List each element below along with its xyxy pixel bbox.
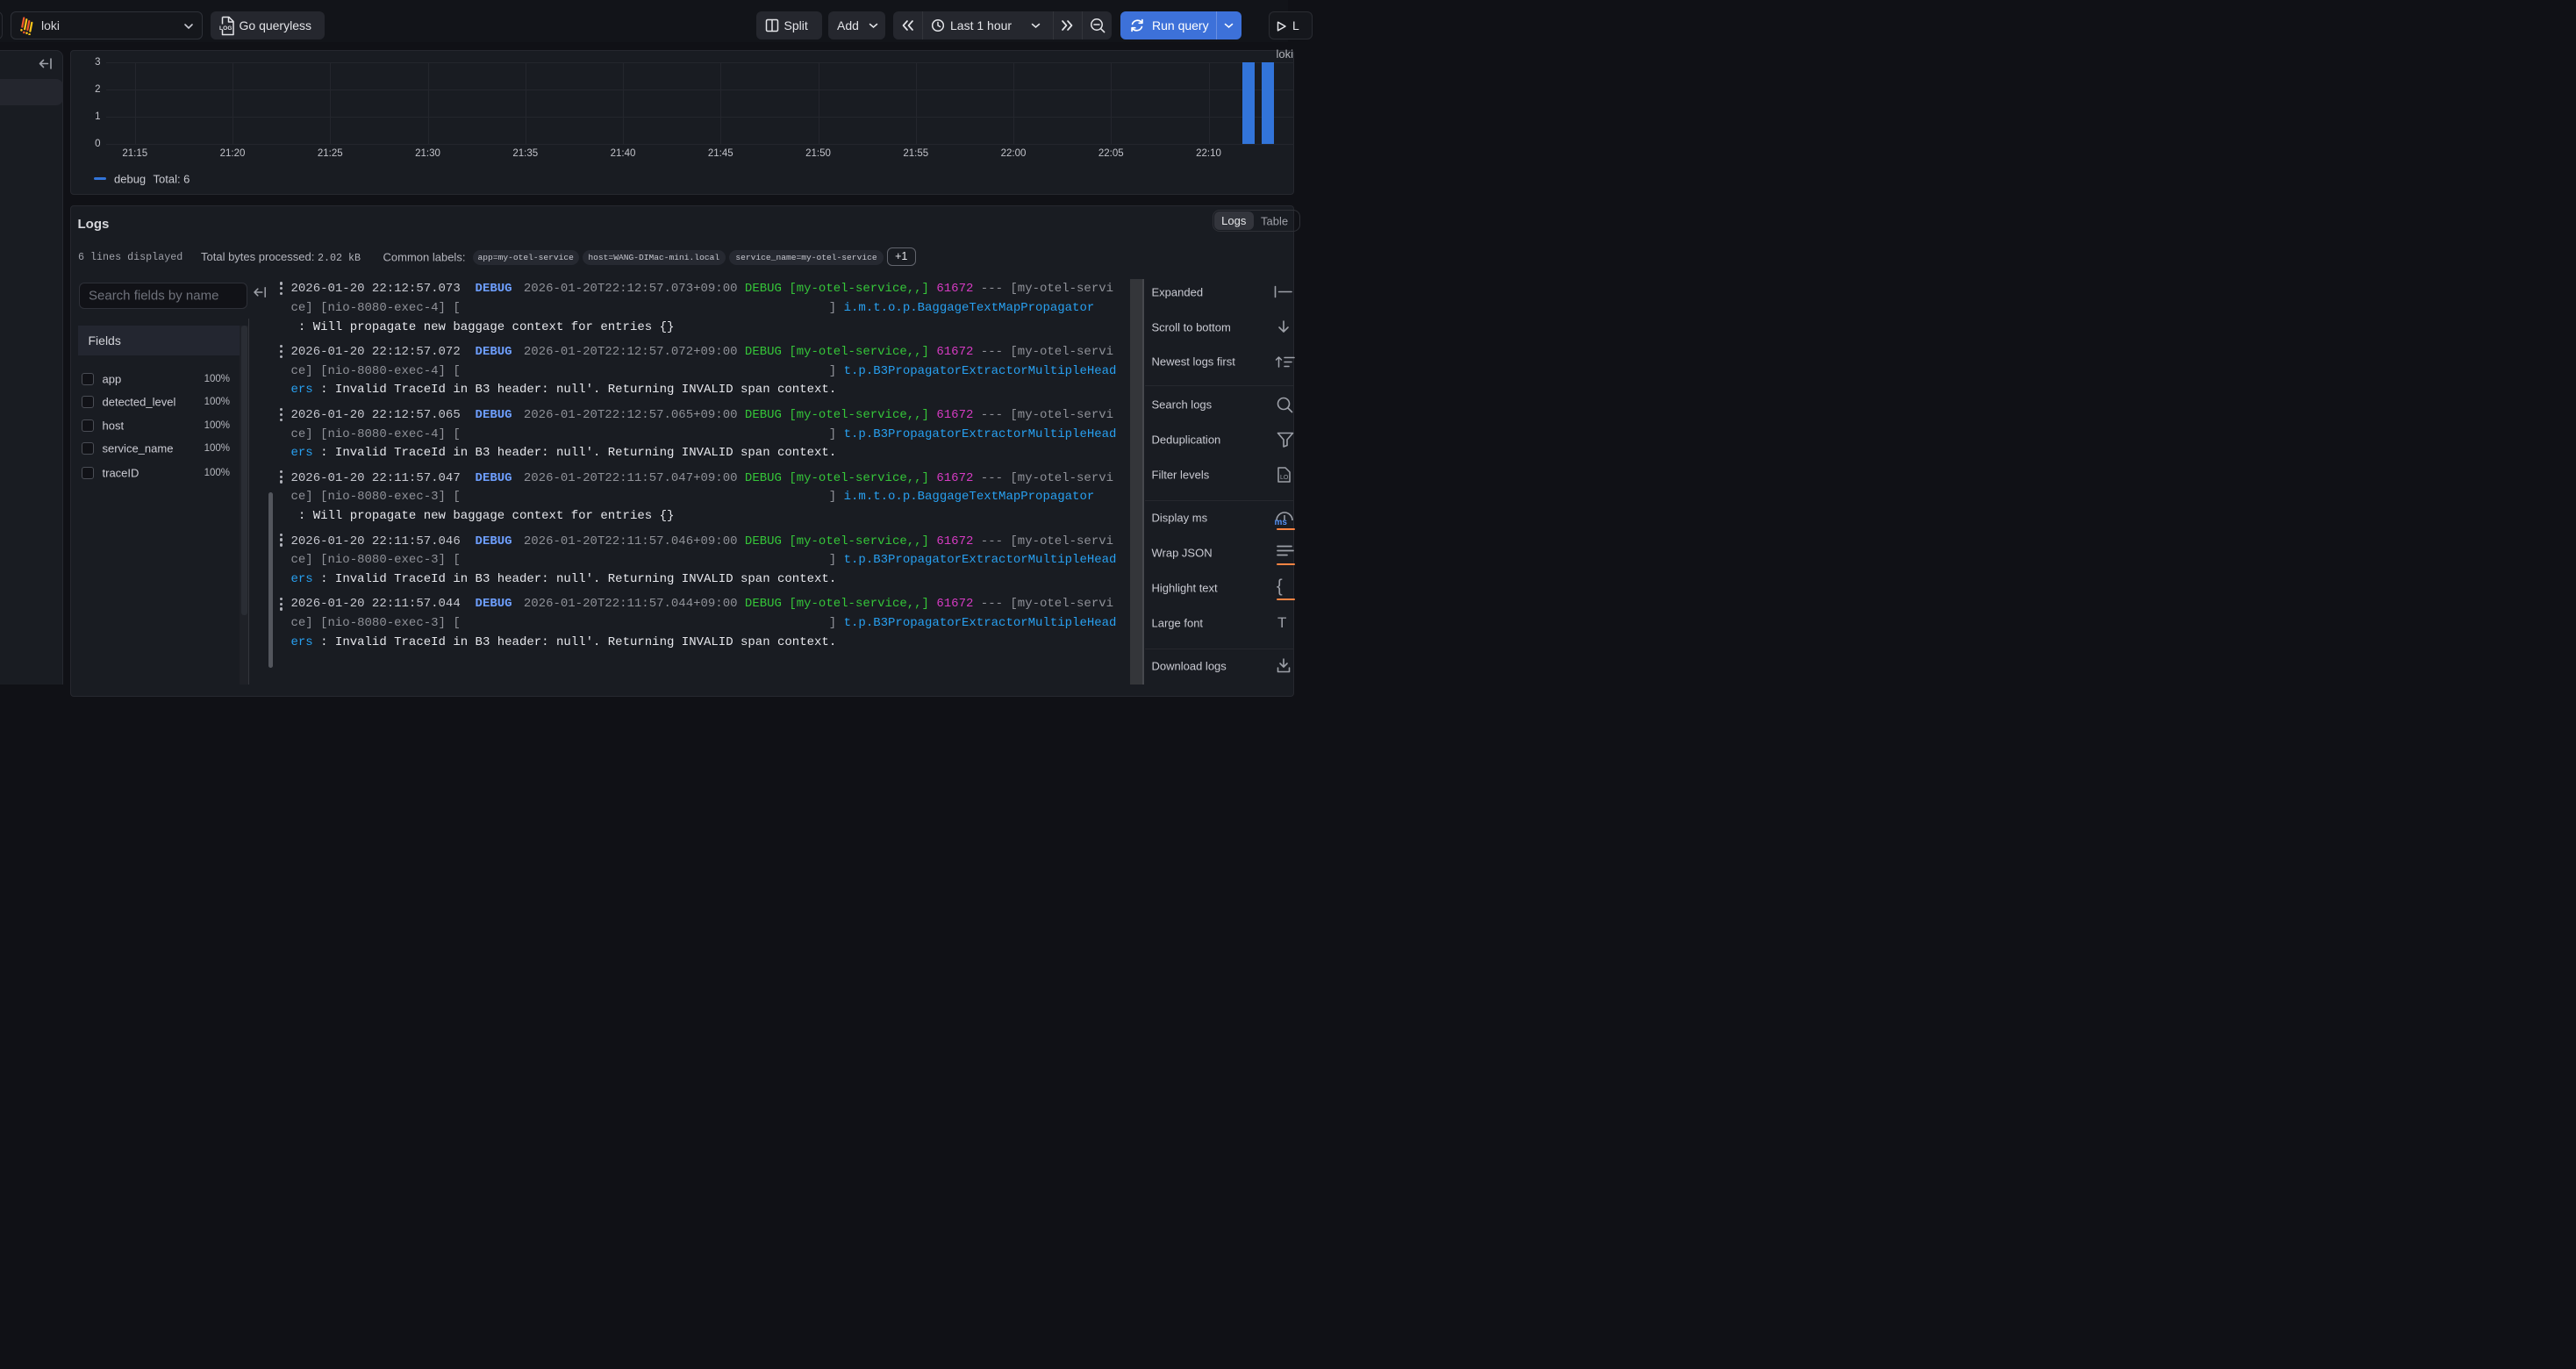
svg-text:LOG: LOG [219,25,233,32]
svg-text:LO: LO [1280,475,1289,481]
